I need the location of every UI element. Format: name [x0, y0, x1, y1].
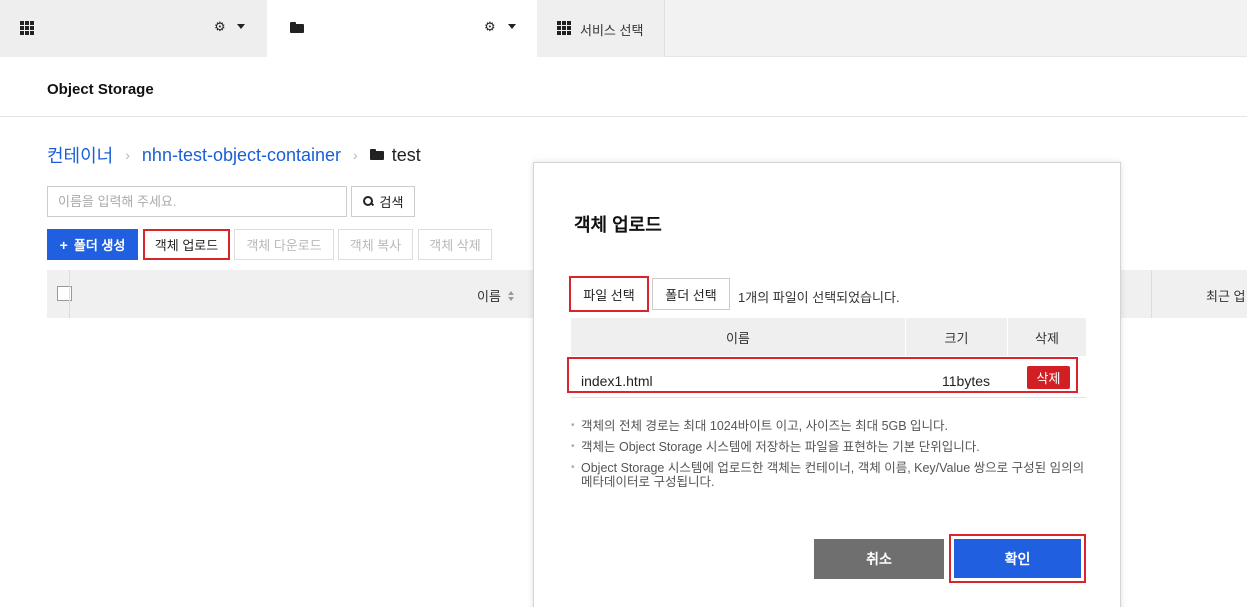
create-folder-label: 폴더 생성 [73, 238, 126, 253]
upload-object-modal: 객체 업로드 파일 선택 폴더 선택 1개의 파일이 선택되었습니다. 이름 크… [533, 162, 1121, 607]
remove-file-button[interactable]: 삭제 [1027, 366, 1070, 389]
upload-column-delete: 삭제 [1035, 330, 1059, 346]
confirm-button[interactable]: 확인 [954, 539, 1081, 578]
upload-column-name: 이름 [571, 318, 906, 356]
upload-file-size: 11bytes [942, 373, 990, 389]
cancel-button[interactable]: 취소 [814, 539, 944, 579]
grid-icon [20, 21, 34, 35]
delete-object-label: 객체 삭제 [429, 238, 481, 253]
copy-object-button[interactable]: 객체 복사 [338, 229, 413, 260]
list-item: 객체의 전체 경로는 최대 1024바이트 이고, 사이즈는 최대 5GB 입니… [571, 419, 1091, 433]
gear-icon[interactable]: ⚙ [214, 21, 226, 35]
modal-title: 객체 업로드 [574, 215, 662, 235]
breadcrumb: 컨테이너 › nhn-test-object-container › test [47, 143, 421, 167]
tab-console[interactable]: ⚙ [0, 0, 267, 57]
breadcrumb-current: test [369, 144, 421, 166]
gear-icon[interactable]: ⚙ [484, 21, 496, 35]
list-item: Object Storage 시스템에 업로드한 객체는 컨테이너, 객체 이름… [571, 461, 1091, 489]
confirm-highlight: 확인 [949, 534, 1086, 583]
table-row: index1.html 11bytes 삭제 [567, 357, 1078, 393]
breadcrumb-current-label: test [391, 144, 421, 165]
page-title: Object Storage [47, 81, 154, 98]
file-select-label: 파일 선택 [583, 287, 635, 303]
sort-icon[interactable] [507, 290, 515, 301]
selected-files-status: 1개의 파일이 선택되었습니다. [738, 290, 900, 305]
search-button-label: 검색 [379, 195, 404, 210]
download-object-label: 객체 다운로드 [246, 238, 322, 253]
folder-icon [369, 148, 384, 160]
chevron-down-icon[interactable] [508, 24, 516, 29]
row-divider [571, 397, 1086, 398]
plus-icon: + [59, 236, 68, 253]
column-header-name[interactable]: 이름 [477, 286, 515, 305]
upload-column-size: 크기 [906, 318, 1008, 356]
copy-object-label: 객체 복사 [349, 238, 402, 253]
upload-table-header: 이름 크기 삭제 [571, 318, 1086, 356]
breadcrumb-separator-icon: › [353, 147, 358, 163]
folder-icon [290, 22, 304, 33]
download-object-button[interactable]: 객체 다운로드 [234, 229, 334, 260]
tab-service-select-label: 서비스 선택 [580, 23, 644, 38]
create-folder-button[interactable]: + 폴더 생성 [47, 229, 138, 260]
chevron-down-icon[interactable] [237, 24, 245, 29]
search-input[interactable] [47, 186, 347, 217]
grid-icon [557, 21, 571, 35]
folder-select-label: 폴더 선택 [665, 287, 717, 303]
column-divider [1151, 270, 1152, 318]
upload-object-button[interactable]: 객체 업로드 [143, 229, 230, 260]
delete-object-button[interactable]: 객체 삭제 [418, 229, 492, 260]
breadcrumb-container[interactable]: nhn-test-object-container [142, 145, 341, 166]
upload-notes: 객체의 전체 경로는 최대 1024바이트 이고, 사이즈는 최대 5GB 입니… [571, 419, 1091, 496]
upload-object-label: 객체 업로드 [154, 238, 219, 253]
tab-project[interactable]: ⚙ [267, 0, 537, 57]
header-divider [0, 116, 1247, 117]
breadcrumb-containers[interactable]: 컨테이너 [47, 142, 113, 168]
tab-service-select[interactable]: 서비스 선택 [537, 0, 665, 57]
column-header-name-label: 이름 [477, 289, 501, 304]
list-item: 객체는 Object Storage 시스템에 저장하는 파일을 표현하는 기본… [571, 440, 1091, 454]
search-button[interactable]: 검색 [351, 186, 415, 217]
top-tab-bar: ⚙ ⚙ 서비스 선택 [0, 0, 1247, 57]
file-select-button[interactable]: 파일 선택 [569, 276, 649, 312]
column-header-recent[interactable]: 최근 업 [1206, 286, 1246, 305]
upload-file-name: index1.html [581, 373, 653, 389]
breadcrumb-separator-icon: › [125, 147, 130, 163]
folder-select-button[interactable]: 폴더 선택 [652, 278, 730, 310]
search-icon [362, 196, 374, 207]
column-divider [69, 270, 70, 318]
